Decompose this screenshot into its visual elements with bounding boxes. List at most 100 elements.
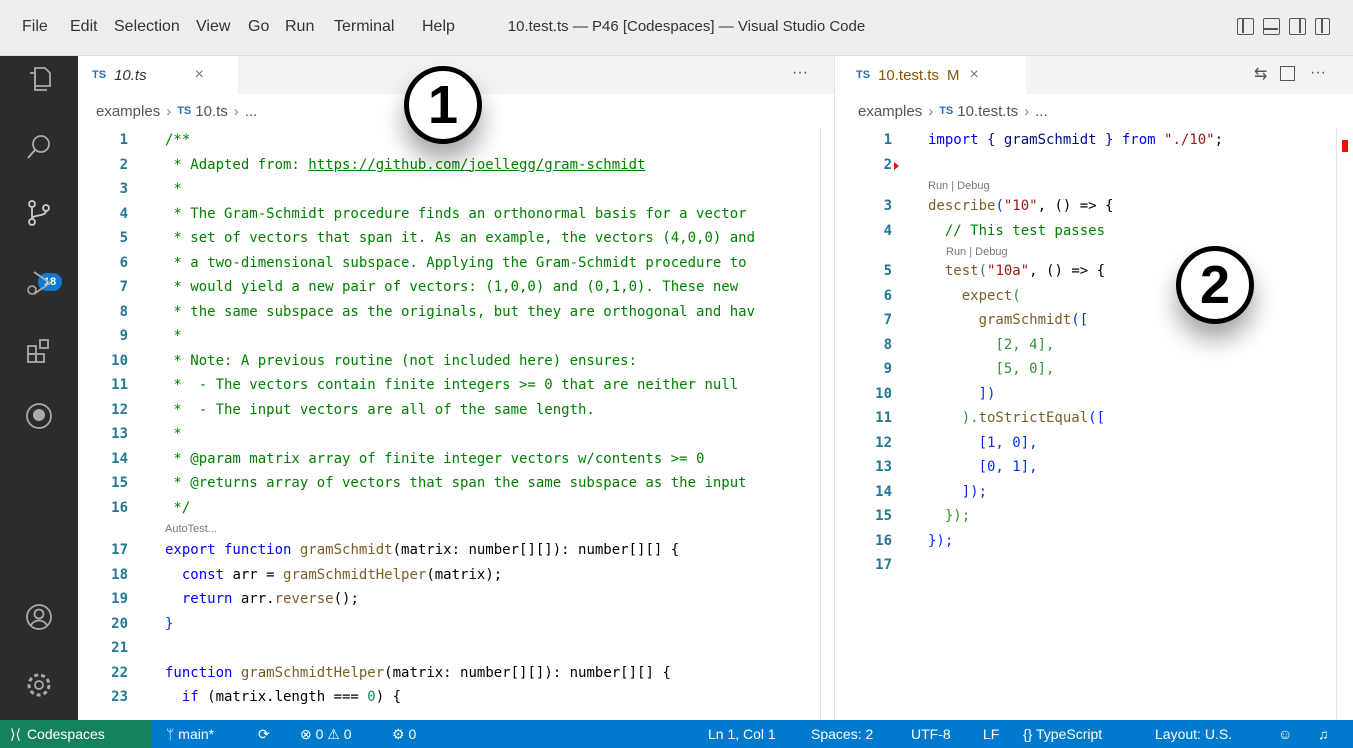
- breadcrumb-folder[interactable]: examples: [858, 103, 922, 120]
- keyword: from: [1121, 132, 1156, 148]
- line-number: 3: [883, 198, 892, 214]
- indentation[interactable]: Spaces: 2: [811, 720, 873, 748]
- code-line: * The Gram-Schmidt procedure finds an or…: [165, 205, 747, 222]
- language-label: TypeScript: [1036, 726, 1103, 742]
- branch-indicator[interactable]: ᛘ main*: [166, 720, 214, 748]
- code-text: ([: [1088, 410, 1106, 426]
- line-number: 4: [119, 205, 128, 222]
- code-text: ) {: [375, 689, 402, 705]
- github-link[interactable]: https://github.com/joellegg/gram-schmidt: [308, 157, 645, 173]
- line-number: 15: [111, 475, 128, 491]
- line-number: 22: [111, 664, 128, 681]
- sync-icon[interactable]: ⟳: [258, 720, 270, 748]
- close-tab-icon[interactable]: ×: [195, 66, 204, 84]
- breadcrumb: examples › TS 10.ts › ...: [78, 94, 257, 128]
- tab-label: 10.ts: [114, 66, 147, 84]
- left-scrollbar-ruler[interactable]: [820, 128, 821, 720]
- code-text: (matrix: number[][]): number[][] {: [384, 664, 671, 681]
- code-line: }: [165, 615, 174, 632]
- autotest-codelens[interactable]: AutoTest...: [165, 521, 217, 537]
- open-changes-icon[interactable]: ⇆: [1254, 64, 1267, 84]
- language-mode[interactable]: {} TypeScript: [1023, 720, 1102, 748]
- string-literal: "10a": [987, 263, 1030, 279]
- customize-layout-icon[interactable]: [1315, 18, 1330, 35]
- code-line: import { gramSchmidt } from "./10";: [928, 128, 1223, 153]
- remote-icon: ⟩⟨: [10, 725, 21, 742]
- problems-indicator[interactable]: ⊗ 0 ⚠ 0: [300, 720, 352, 748]
- ports-count: 0: [408, 726, 417, 742]
- tab-10-ts[interactable]: TS 10.ts ×: [78, 56, 238, 94]
- line-number: 16: [111, 499, 128, 516]
- encoding[interactable]: UTF-8: [911, 720, 951, 748]
- function-name: gramSchmidt: [299, 542, 393, 558]
- accounts-icon[interactable]: [24, 602, 54, 632]
- code-line: * set of vectors that span it. As an exa…: [165, 230, 756, 246]
- search-icon[interactable]: [24, 132, 54, 162]
- line-number: 4: [883, 222, 892, 239]
- line-number: 2: [119, 156, 128, 173]
- line-number: 13: [111, 426, 128, 442]
- function-name: describe: [928, 198, 996, 214]
- function-name: test: [944, 263, 979, 279]
- breadcrumb-file[interactable]: 10.test.ts: [957, 103, 1018, 120]
- more-actions-icon[interactable]: ···: [792, 64, 808, 82]
- code-line: * @returns array of vectors that span th…: [165, 475, 747, 491]
- braces-icon: {}: [1023, 726, 1036, 742]
- code-line: [0, 1],: [928, 455, 1038, 480]
- toggle-secondary-sidebar-icon[interactable]: [1289, 18, 1306, 35]
- run-debug-icon[interactable]: [24, 268, 54, 298]
- code-line: * - The vectors contain finite integers …: [165, 377, 739, 393]
- code-text: ]): [978, 385, 996, 402]
- line-number: 13: [875, 459, 892, 475]
- breadcrumb-folder[interactable]: examples: [96, 103, 160, 120]
- toggle-primary-sidebar-icon[interactable]: [1237, 18, 1254, 35]
- ports-indicator[interactable]: ⚙ 0: [392, 720, 416, 748]
- code-line: * would yield a new pair of vectors: (1,…: [165, 279, 739, 295]
- remote-indicator[interactable]: ⟩⟨ Codespaces: [0, 720, 152, 748]
- code-line: return arr.reverse();: [165, 587, 820, 612]
- notifications-bell-icon[interactable]: ♫: [1318, 720, 1329, 748]
- source-control-icon[interactable]: [24, 198, 54, 228]
- code-text: (: [1012, 287, 1021, 304]
- breadcrumb-file[interactable]: 10.ts: [195, 103, 228, 120]
- feedback-icon[interactable]: ☺: [1278, 720, 1292, 748]
- code-line: *: [165, 181, 182, 197]
- overview-ruler-marker: [1342, 140, 1348, 152]
- code-line: const arr = gramSchmidtHelper(matrix);: [165, 563, 820, 588]
- code-line: */: [165, 499, 191, 516]
- end-of-line[interactable]: LF: [983, 720, 999, 748]
- extensions-icon[interactable]: [24, 336, 54, 366]
- line-number: 14: [111, 450, 128, 467]
- keyword: function: [165, 664, 233, 681]
- toggle-panel-icon[interactable]: [1263, 18, 1280, 35]
- callout-1: 1: [404, 66, 482, 144]
- line-number: 9: [119, 328, 128, 344]
- cursor-position[interactable]: Ln 1, Col 1: [708, 720, 776, 748]
- title-bar: File Edit Selection View Go Run Terminal…: [0, 0, 1353, 56]
- string-literal: "10": [1003, 198, 1038, 214]
- remote-label: Codespaces: [26, 726, 105, 742]
- tab-10-test-ts[interactable]: TS 10.test.ts M ×: [836, 56, 1026, 94]
- line-number: 7: [119, 279, 128, 295]
- code-text: ;: [1214, 132, 1224, 148]
- breadcrumb-symbol[interactable]: ...: [1035, 103, 1048, 120]
- split-editor-icon[interactable]: [1280, 66, 1295, 81]
- breadcrumb-separator-icon: ›: [166, 102, 172, 120]
- close-tab-icon[interactable]: ×: [969, 66, 978, 84]
- code-text: { gramSchmidt }: [978, 132, 1122, 148]
- right-scrollbar-ruler[interactable]: [1336, 128, 1337, 720]
- run-debug-codelens[interactable]: Run | Debug: [928, 178, 990, 194]
- keyboard-layout[interactable]: Layout: U.S.: [1155, 720, 1232, 748]
- github-icon[interactable]: [24, 401, 54, 431]
- explorer-icon[interactable]: [24, 64, 54, 94]
- run-debug-codelens[interactable]: Run | Debug: [946, 244, 1008, 260]
- line-number: 12: [111, 401, 128, 418]
- comment-text: // This test passes: [944, 222, 1106, 239]
- more-actions-icon[interactable]: ···: [1310, 64, 1326, 82]
- manage-gear-icon[interactable]: [24, 670, 54, 700]
- function-name: toStrictEqual: [978, 410, 1089, 426]
- line-number: 16: [875, 532, 892, 549]
- code-text: ).: [961, 410, 979, 426]
- code-line: expect(: [928, 284, 1021, 309]
- breadcrumb-symbol[interactable]: ...: [245, 103, 258, 120]
